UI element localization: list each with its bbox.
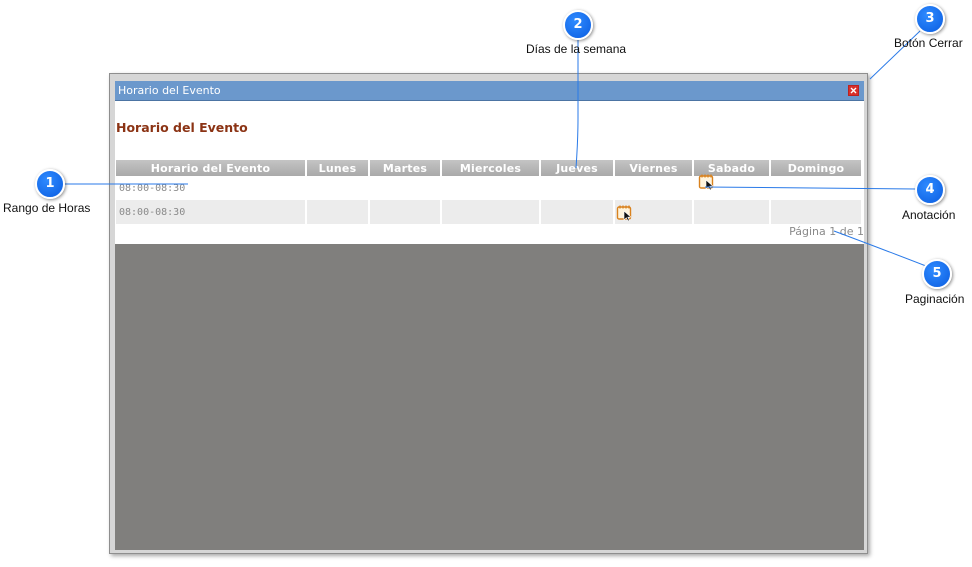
- callout-badge-3: 3: [915, 4, 945, 34]
- callout-connectors: [62, 30, 927, 267]
- callout-badge-2: 2: [563, 10, 593, 40]
- callout-label-3: Botón Cerrar: [894, 36, 963, 50]
- callout-badge-1: 1: [35, 169, 65, 199]
- callout-label-2: Días de la semana: [526, 42, 627, 56]
- callout-label-4: Anotación: [902, 208, 956, 222]
- callout-label-5: Paginación: [905, 292, 965, 306]
- callout-badge-5: 5: [922, 259, 952, 289]
- callout-badge-4: 4: [915, 175, 945, 205]
- callout-label-1: Rango de Horas: [3, 201, 91, 215]
